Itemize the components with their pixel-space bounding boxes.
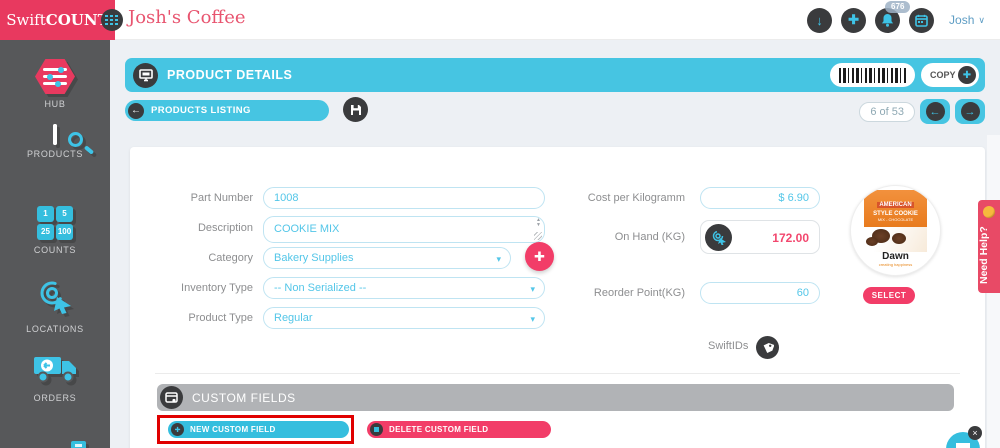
company-logo-icon — [101, 9, 123, 31]
cost-label: Cost per Kilogramm — [587, 192, 685, 204]
custom-fields-title: CUSTOM FIELDS — [192, 390, 296, 405]
plus-icon: ✚ — [171, 423, 184, 436]
reorder-field[interactable]: 60 — [700, 282, 820, 304]
user-name: Josh — [949, 13, 975, 27]
counts-grid-icon: 1 5 25 100 — [37, 205, 73, 240]
company-name: Josh's Coffee — [128, 7, 246, 28]
add-category-button[interactable]: ✚ — [525, 242, 554, 271]
calendar-glyph — [915, 14, 928, 27]
inventory-type-select[interactable]: -- Non Serialized -- ▾ — [263, 277, 545, 299]
part-number-input[interactable] — [274, 188, 534, 208]
pagination-indicator: 6 of 53 — [859, 101, 915, 122]
chat-icon — [956, 443, 970, 448]
help-emoji-icon — [983, 206, 995, 218]
swiftids-label: SwiftIDs — [708, 340, 749, 352]
on-hand-value: 172.00 — [772, 231, 809, 245]
new-custom-field-button[interactable]: ✚ NEW CUSTOM FIELD — [168, 421, 349, 438]
description-value: COOKIE MIX — [274, 223, 340, 235]
save-floppy-icon — [350, 104, 361, 115]
product-details-card: Part Number Description COOKIE MIX ▲▼ Ca… — [130, 147, 985, 448]
sidebar-item-locations[interactable]: LOCATIONS — [0, 280, 110, 334]
package-art: AMERICAN STYLE COOKIE MIX - CHOCOLATE Da… — [864, 190, 927, 271]
next-arrow-icon: → — [960, 102, 980, 121]
download-icon[interactable]: ↓ — [807, 7, 833, 33]
part-number-field[interactable] — [263, 187, 545, 209]
product-details-icon — [133, 62, 158, 88]
products-listing-button[interactable]: ← PRODUCTS LISTING — [125, 100, 329, 121]
plus-icon: ✚ — [534, 248, 545, 264]
product-image[interactable]: AMERICAN STYLE COOKIE MIX - CHOCOLATE Da… — [850, 185, 941, 276]
next-record-button[interactable]: → — [955, 99, 985, 124]
product-type-label: Product Type — [188, 312, 253, 324]
page-title-bar: PRODUCT DETAILS COPY ✚ — [125, 58, 985, 92]
sidebar-item-products[interactable]: PRODUCTS — [0, 124, 110, 159]
part-number-label: Part Number — [190, 192, 253, 204]
top-bar: SwiftCOUNT Josh's Coffee ↓ ✚ 676 Josh ∨ — [0, 0, 1000, 40]
inventory-type-label: Inventory Type — [181, 282, 253, 294]
reorder-label: Reorder Point(KG) — [593, 287, 685, 299]
delete-square-icon — [370, 423, 383, 436]
calendar-icon[interactable] — [909, 7, 935, 33]
product-type-select[interactable]: Regular ▾ — [263, 307, 545, 329]
main-content: PRODUCT DETAILS COPY ✚ ← PRODUCTS LISTIN… — [110, 40, 1000, 448]
select-caret-icon: ▾ — [496, 254, 501, 264]
select-caret-icon: ▾ — [530, 314, 535, 324]
prev-arrow-icon: ← — [925, 102, 945, 121]
brand-bold: COUNT — [45, 11, 109, 29]
hub-icon — [35, 59, 75, 94]
select-image-button[interactable]: SELECT — [863, 287, 915, 304]
add-circle-icon[interactable]: ✚ — [841, 7, 867, 33]
product-barcode[interactable] — [830, 63, 915, 87]
back-arrow-icon: ← — [128, 102, 144, 119]
category-label: Category — [208, 252, 253, 264]
description-label: Description — [197, 222, 253, 234]
previous-record-button[interactable]: ← — [920, 99, 950, 124]
on-hand-field[interactable]: 172.00 — [700, 220, 820, 254]
delete-custom-field-button[interactable]: DELETE CUSTOM FIELD — [367, 421, 551, 438]
brand-regular: Swift — [6, 11, 46, 29]
resize-handle-icon[interactable] — [534, 232, 542, 240]
sidebar-nav: HUB PRODUCTS 1 5 25 100 COUNTS LOCATIONS — [0, 40, 110, 448]
barcode-search-icon — [53, 124, 95, 155]
location-target-icon — [36, 280, 74, 314]
user-menu[interactable]: Josh ∨ — [949, 13, 985, 27]
brand-logo[interactable]: SwiftCOUNT — [0, 0, 115, 40]
chevron-down-icon: ∨ — [978, 14, 985, 25]
copy-button[interactable]: COPY ✚ — [921, 63, 979, 87]
select-caret-icon: ▾ — [530, 284, 535, 294]
notification-badge: 676 — [885, 0, 911, 13]
category-select[interactable]: Bakery Supplies ▾ — [263, 247, 511, 269]
section-divider — [155, 373, 960, 374]
cost-field[interactable]: $ 6.90 — [700, 187, 820, 209]
need-help-tab[interactable]: Need Help? — [978, 200, 1000, 293]
description-field[interactable]: COOKIE MIX ▲ ▼ — [263, 216, 545, 243]
swiftids-tag-icon[interactable] — [756, 336, 779, 359]
notifications-bell-icon[interactable]: 676 — [875, 0, 911, 33]
sidebar-item-counts[interactable]: 1 5 25 100 COUNTS — [0, 203, 110, 255]
chat-close-icon[interactable]: × — [968, 426, 982, 440]
custom-fields-icon — [160, 386, 183, 409]
barcode-image — [838, 67, 907, 83]
sidebar-item-hub[interactable]: HUB — [0, 58, 110, 109]
bell-glyph — [881, 14, 894, 27]
stepper-icon[interactable]: ▲ ▼ — [536, 218, 541, 228]
page-title: PRODUCT DETAILS — [167, 68, 293, 82]
copy-gear-icon: ✚ — [958, 66, 976, 84]
custom-fields-header: CUSTOM FIELDS — [157, 384, 954, 411]
scan-count-icon[interactable] — [705, 224, 732, 251]
truck-icon — [32, 356, 78, 383]
sidebar-item-orders[interactable]: ORDERS — [0, 356, 110, 403]
sidebar-item-inventory[interactable] — [0, 428, 110, 448]
save-button[interactable] — [343, 97, 368, 122]
on-hand-label: On Hand (KG) — [614, 231, 685, 243]
